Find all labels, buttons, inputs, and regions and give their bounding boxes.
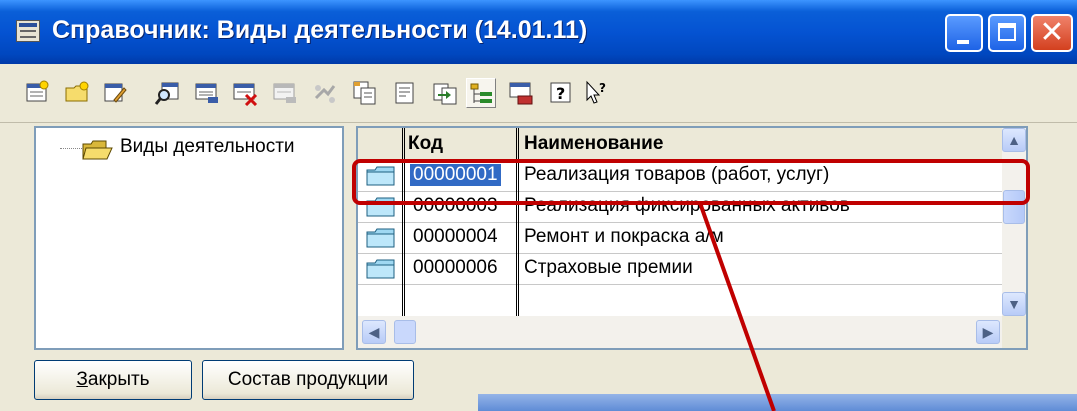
annotation-highlight-box xyxy=(352,159,1030,205)
directory-window: Справочник: Виды деятельности (14.01.11)… xyxy=(0,0,1077,411)
annotation-overlay xyxy=(352,159,1030,411)
annotation-pointer-line xyxy=(698,202,776,411)
